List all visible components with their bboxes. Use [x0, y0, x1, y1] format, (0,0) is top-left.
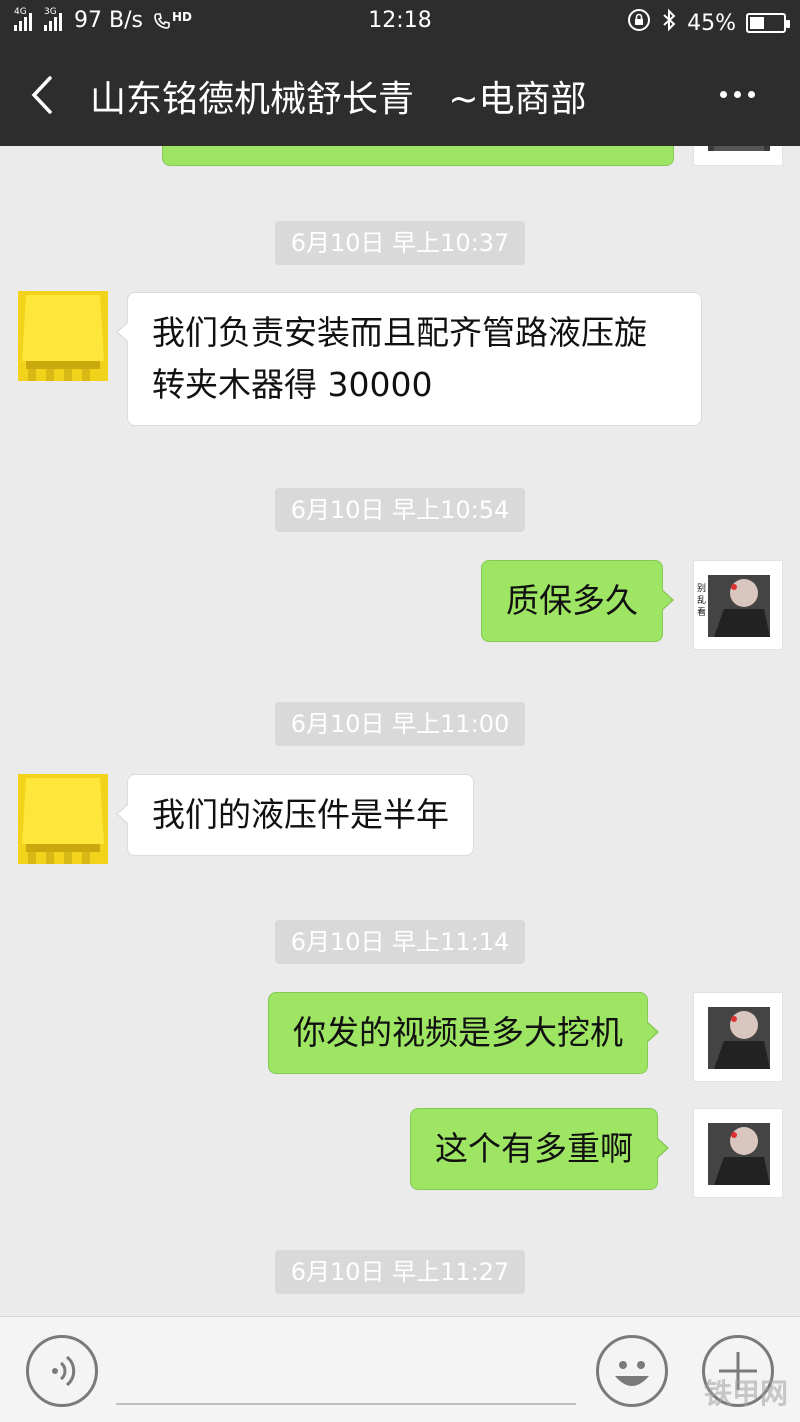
chevron-left-icon	[31, 76, 52, 114]
battery-icon	[746, 13, 790, 33]
avatar-bucket[interactable]	[18, 291, 108, 381]
chat-title: 山东铭德机械舒长青 ~电商部	[90, 79, 587, 120]
avatar-bucket[interactable]	[18, 774, 108, 864]
rotation-lock-icon	[627, 8, 651, 38]
back-button[interactable]	[20, 70, 70, 120]
emoji-button[interactable]	[596, 1335, 668, 1407]
timestamp: 6月10日 早上11:00	[275, 702, 525, 746]
avatar-self-partial[interactable]	[693, 146, 783, 166]
timestamp: 6月10日 早上10:54	[275, 488, 525, 532]
avatar-self-caption: 别乱看	[697, 584, 707, 618]
message-bubble-outgoing[interactable]: 这个有多重啊	[410, 1108, 669, 1190]
battery-percent: 45%	[687, 10, 736, 36]
timestamp: 6月10日 早上11:14	[275, 920, 525, 964]
input-bar: 铁甲网	[0, 1316, 800, 1422]
avatar-self[interactable]	[693, 1108, 783, 1198]
message-bubble-partial[interactable]	[162, 146, 674, 166]
voice-icon	[52, 1355, 76, 1387]
bluetooth-icon	[661, 8, 677, 38]
status-bar: 4G 3G 97 B/s HD 12:18 45%	[0, 0, 800, 42]
message-bubble-incoming[interactable]: 我们负责安装而且配齐管路液压旋转夹木器得 30000	[116, 292, 702, 426]
chat-area[interactable]: 6月10日 早上10:37 我们负责安装而且配齐管路液压旋转夹木器得 30000…	[0, 146, 800, 1316]
title-bar: 山东铭德机械舒长青 ~电商部	[0, 42, 800, 146]
emoji-icon	[615, 1361, 649, 1386]
watermark: 铁甲网	[703, 1378, 788, 1409]
message-input[interactable]	[116, 1403, 576, 1405]
status-right: 45%	[627, 8, 790, 38]
message-bubble-outgoing[interactable]: 质保多久	[481, 560, 674, 642]
timestamp: 6月10日 早上10:37	[275, 221, 525, 265]
message-bubble-outgoing[interactable]: 你发的视频是多大挖机	[268, 992, 659, 1074]
more-button[interactable]	[720, 82, 764, 106]
avatar-self[interactable]	[693, 992, 783, 1082]
more-dots-icon	[720, 90, 727, 98]
avatar-self[interactable]: 别乱看	[693, 560, 783, 650]
message-bubble-incoming[interactable]: 我们的液压件是半年	[116, 774, 474, 856]
timestamp: 6月10日 早上11:27	[275, 1250, 525, 1294]
voice-button[interactable]	[26, 1335, 98, 1407]
